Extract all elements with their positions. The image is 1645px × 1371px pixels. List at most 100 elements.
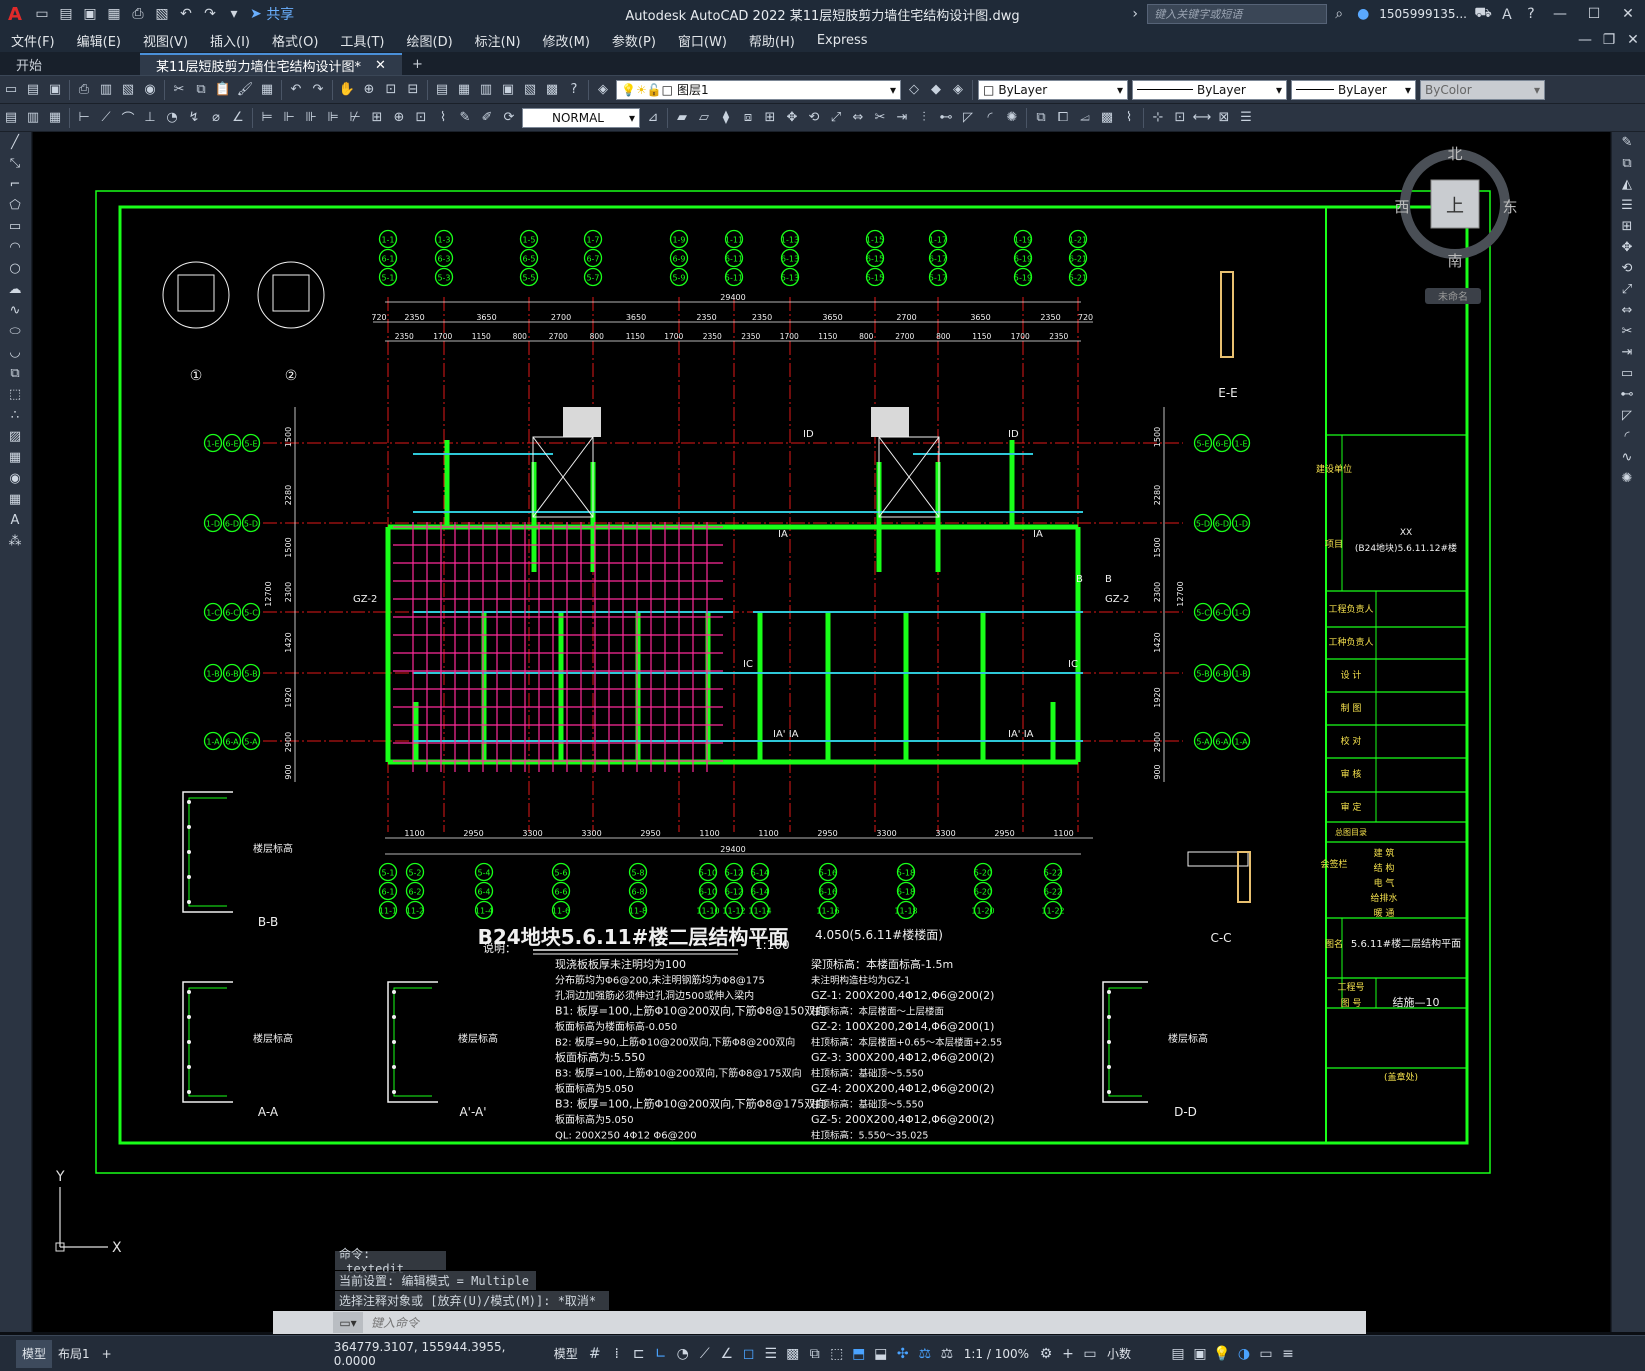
lock-ui-icon[interactable]: ▣ [1189, 1340, 1211, 1368]
sheet-set-icon[interactable]: ▣ [498, 80, 518, 100]
move-icon[interactable]: ✥ [782, 108, 802, 128]
move-r-icon[interactable]: ✥ [1612, 237, 1642, 258]
viewcube-top[interactable]: 上 [1446, 196, 1464, 217]
design-center-icon[interactable]: ▦ [454, 80, 474, 100]
center-mark-icon[interactable]: ⊕ [389, 108, 409, 128]
scale-icon[interactable]: ⤢ [826, 108, 846, 128]
menu-draw[interactable]: 绘图(D) [396, 28, 464, 52]
units[interactable]: 小数 [1101, 1340, 1167, 1368]
paste-icon[interactable]: 📋 [213, 80, 233, 100]
3d-print-icon[interactable]: ◉ [140, 80, 160, 100]
publish-icon[interactable]: ▧ [150, 2, 174, 26]
menu-edit[interactable]: 编辑(E) [66, 28, 132, 52]
fillet-r-icon[interactable]: ◜ [1612, 426, 1642, 447]
tab-model[interactable]: 模型 [16, 1339, 53, 1368]
model-space[interactable]: 模型 [548, 1340, 584, 1368]
dim-jogged-icon[interactable]: ↯ [184, 108, 204, 128]
viewcube-north[interactable]: 北 [1447, 145, 1462, 163]
lineweight-icon[interactable]: ☰ [760, 1340, 782, 1368]
menu-window[interactable]: 窗口(W) [667, 28, 738, 52]
break-icon[interactable]: ⫶ [914, 108, 934, 128]
minimize-icon[interactable]: — [1543, 2, 1577, 26]
drawing-canvas[interactable]: 建设单位 项目 XX (B24地块)5.6.11.12#楼 工程负责人 工种负责人设 计制… [33, 132, 1610, 1332]
linetype-combo[interactable]: ByLayer ▾ [1132, 79, 1287, 100]
grid-icon[interactable]: # [584, 1340, 606, 1368]
trim-r-icon[interactable]: ✂ [1612, 321, 1642, 342]
autocad-logo-icon[interactable]: A [0, 0, 30, 28]
snap-icon[interactable]: ⁞ [606, 1340, 628, 1368]
ellipse-icon[interactable]: ⬭ [0, 321, 30, 342]
menu-parametric[interactable]: 参数(P) [601, 28, 667, 52]
snap-settings-icon[interactable]: ⊹ [1148, 108, 1168, 128]
gizmo-icon[interactable]: ✣ [892, 1340, 914, 1368]
help-search-input[interactable]: 键入关键字或短语 [1147, 4, 1328, 24]
publish-tb-icon[interactable]: ▧ [118, 80, 138, 100]
extend-icon[interactable]: ⇥ [892, 108, 912, 128]
quick-props-icon[interactable]: ▤ [1167, 1340, 1189, 1368]
dimspace-icon[interactable]: ⊫ [323, 108, 343, 128]
dimupdate-icon[interactable]: ⟳ [499, 108, 519, 128]
region-icon[interactable]: ◉ [0, 468, 30, 489]
doc-restore-icon[interactable]: ❐ [1597, 28, 1621, 52]
text-style-combo[interactable]: NORMAL ▾ [522, 107, 640, 128]
measure-icon[interactable]: ⟷ [1192, 108, 1212, 128]
help-icon[interactable]: ? [1519, 2, 1543, 26]
join-icon[interactable]: ⊷ [936, 108, 956, 128]
area-icon[interactable]: ⊠ [1214, 108, 1234, 128]
annomonitor-icon[interactable]: ▭ [1079, 1340, 1101, 1368]
tb2-icon-c[interactable]: ▦ [45, 108, 65, 128]
qnew-icon[interactable]: ▭ [1, 80, 21, 100]
array-r-icon[interactable]: ⊞ [1612, 216, 1642, 237]
xline-icon[interactable]: ⤡ [0, 153, 30, 174]
add-layout-icon[interactable]: + [96, 1340, 118, 1368]
transparency-icon[interactable]: ▩ [782, 1340, 804, 1368]
viewcube-south[interactable]: 南 [1447, 252, 1462, 270]
annotation-scale[interactable]: 1:1 / 100% [958, 1340, 1035, 1368]
dim-linear-icon[interactable]: ⊢ [74, 108, 94, 128]
menu-dimension[interactable]: 标注(N) [464, 28, 532, 52]
tab-drawing[interactable]: 某11层短肢剪力墙住宅结构设计图* ✕ [140, 53, 402, 75]
tool-palettes-icon[interactable]: ▥ [476, 80, 496, 100]
help-tb-icon[interactable]: ? [564, 80, 584, 100]
user-icon[interactable]: ● [1351, 2, 1375, 26]
customize-icon[interactable]: ≡ [1277, 1340, 1299, 1368]
hatch-edit-icon[interactable]: ▩ [1097, 108, 1117, 128]
erase-r-icon[interactable]: ✎ [1612, 132, 1642, 153]
undo-tb-icon[interactable]: ↶ [286, 80, 306, 100]
zoom-previous-icon[interactable]: ⊟ [403, 80, 423, 100]
spline-icon[interactable]: ∿ [0, 300, 30, 321]
point-icon[interactable]: ∴ [0, 405, 30, 426]
pline-icon[interactable]: ⌐ [0, 174, 30, 195]
doc-close-icon[interactable]: ✕ [1621, 28, 1645, 52]
mirror-r-icon[interactable]: ◭ [1612, 174, 1642, 195]
viewcube-west[interactable]: 西 [1394, 198, 1409, 216]
rectangle-icon[interactable]: ▭ [0, 216, 30, 237]
hardware-accel-icon[interactable]: ◑ [1233, 1340, 1255, 1368]
isolate-icon[interactable]: 💡 [1211, 1340, 1233, 1368]
add-selected-icon[interactable]: ⁂ [0, 531, 30, 552]
blend-r-icon[interactable]: ∿ [1612, 447, 1642, 468]
menu-insert[interactable]: 插入(I) [199, 28, 261, 52]
menu-express[interactable]: Express [806, 28, 879, 52]
qa-dropdown-icon[interactable]: ▾ [222, 2, 246, 26]
menu-tools[interactable]: 工具(T) [329, 28, 395, 52]
join-r-icon[interactable]: ⊷ [1612, 384, 1642, 405]
otrack-icon[interactable]: ∠ [716, 1340, 738, 1368]
open-folder-icon[interactable]: ▤ [54, 2, 78, 26]
cut-icon[interactable]: ✂ [169, 80, 189, 100]
array-icon[interactable]: ⊞ [760, 108, 780, 128]
block-editor-icon[interactable]: ▦ [257, 80, 277, 100]
new-tab-icon[interactable]: + [401, 53, 433, 75]
tb2-icon-a[interactable]: ▤ [1, 108, 21, 128]
coordinates[interactable]: 364779.3107, 155944.3955, 0.0000 [328, 1340, 548, 1368]
copy-r-icon[interactable]: ⧉ [1612, 153, 1642, 174]
zoom-window-icon[interactable]: ⊡ [381, 80, 401, 100]
scale-r-icon[interactable]: ⤢ [1612, 279, 1642, 300]
chamfer-icon[interactable]: ◸ [958, 108, 978, 128]
layer-states-icon[interactable]: ◆ [926, 80, 946, 100]
jogline-icon[interactable]: ⌇ [433, 108, 453, 128]
polygon-icon[interactable]: ⬠ [0, 195, 30, 216]
break-r-icon[interactable]: ▭ [1612, 363, 1642, 384]
cart-icon[interactable]: ⛟ [1471, 2, 1495, 26]
dimedit-icon[interactable]: ✎ [455, 108, 475, 128]
